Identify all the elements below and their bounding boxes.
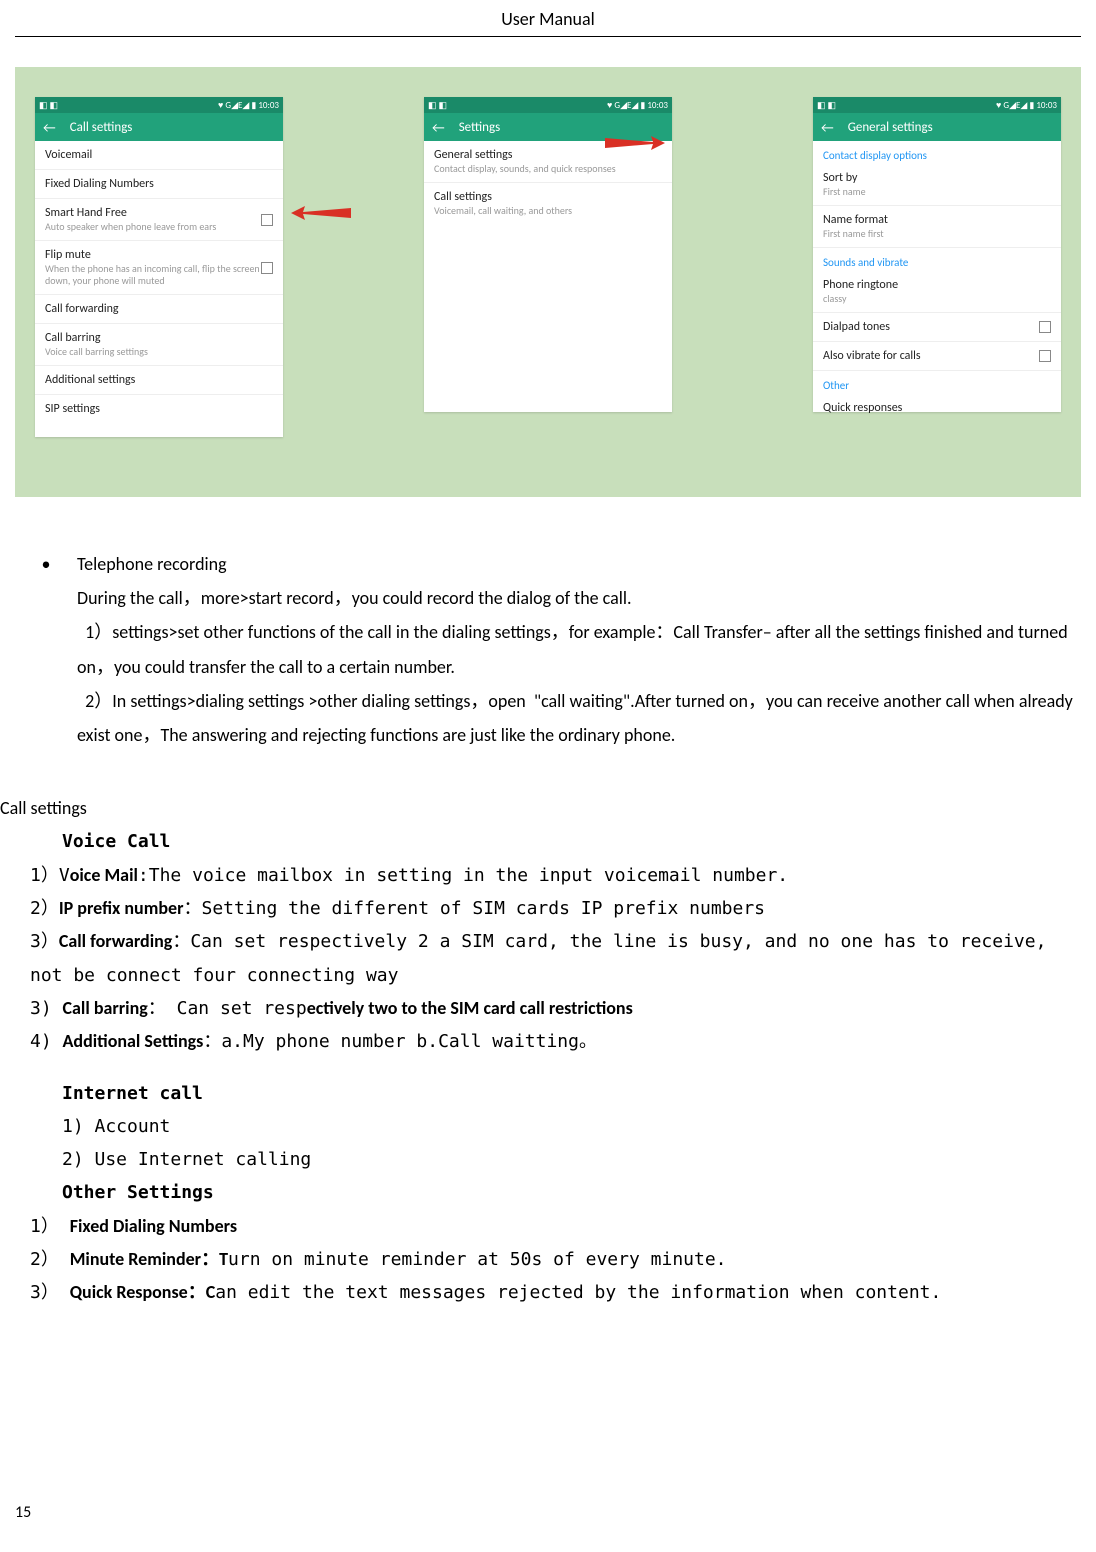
appbar-title: Settings [459,120,501,135]
status-left: ◧ ◧ [817,100,836,111]
item-call-forwarding: 3）Call forwarding：Can set respectively 2… [30,925,1081,992]
row-additional-settings[interactable]: Additional settings [35,366,283,395]
row-vibrate[interactable]: Also vibrate for calls [813,342,1061,371]
screenshot-general-settings: ◧ ◧ ♥ G◢E◢ ▮ 10:03 ← General settings Co… [813,97,1061,412]
back-arrow-icon[interactable]: ← [821,119,834,136]
sublabel: Auto speaker when phone leave from ears [45,221,261,233]
sublabel: First name first [823,228,1051,240]
checkbox-icon[interactable] [261,214,273,226]
item-ip-prefix: 2）IP prefix number：Setting the different… [30,892,1081,925]
status-left: ◧ ◧ [39,100,58,111]
row-quick-responses[interactable]: Quick responses [813,394,1061,422]
back-arrow-icon[interactable]: ← [43,119,56,136]
checkbox-icon[interactable] [261,262,273,274]
body-text: • Telephone recording During the call，mo… [15,547,1081,752]
status-bar: ◧ ◧ ♥ G◢E◢ ▮ 10:03 [424,97,672,113]
label: Call barring [45,331,273,345]
row-sort-by[interactable]: Sort byFirst name [813,164,1061,206]
item-fixed-dialing: 1） Fixed Dialing Numbers [30,1210,1081,1243]
bullet-icon: • [15,547,77,581]
appbar-title: Call settings [70,120,133,135]
sublabel: When the phone has an incoming call, fli… [45,263,261,287]
section-sounds: Sounds and vibrate [813,248,1061,271]
label: Smart Hand Free [45,206,261,220]
paragraph: 1）settings>set other functions of the ca… [77,615,1081,683]
status-right: ♥ G◢E◢ ▮ 10:03 [218,100,279,111]
row-flip-mute[interactable]: Flip muteWhen the phone has an incoming … [35,241,283,295]
label: General settings [434,148,662,162]
screenshot-call-settings: ◧ ◧ ♥ G◢E◢ ▮ 10:03 ← Call settings Voice… [35,97,283,437]
red-arrow-icon [291,203,351,217]
back-arrow-icon[interactable]: ← [432,119,445,136]
row-phone-ringtone[interactable]: Phone ringtoneclassy [813,271,1061,313]
label: Fixed Dialing Numbers [45,177,273,191]
section-other: Other [813,371,1061,394]
heading-other-settings: Other Settings [62,1176,1081,1209]
status-bar: ◧ ◧ ♥ G◢E◢ ▮ 10:03 [35,97,283,113]
item-additional-settings: 4) Additional Settings：a.My phone number… [30,1025,1081,1058]
status-left: ◧ ◧ [428,100,447,111]
row-name-format[interactable]: Name formatFirst name first [813,206,1061,248]
section-contact-display: Contact display options [813,141,1061,164]
sublabel: Voice call barring settings [45,346,273,358]
label: Also vibrate for calls [823,349,1039,363]
page-header: User Manual [15,0,1081,37]
checkbox-icon[interactable] [1039,321,1051,333]
label: Phone ringtone [823,278,1051,292]
row-fdn[interactable]: Fixed Dialing Numbers [35,170,283,199]
red-arrow-icon [605,133,665,147]
row-call-settings[interactable]: Call settingsVoicemail, call waiting, an… [424,183,672,224]
row-sip-settings[interactable]: SIP settings [35,395,283,423]
call-settings-section: Call settings Voice Call 1）Voice Mail:Th… [0,792,1081,1309]
row-voicemail[interactable]: Voicemail [35,141,283,170]
label: Quick responses [823,401,1051,415]
label: Voicemail [45,148,273,162]
label: Call forwarding [45,302,273,316]
item-quick-response: 3） Quick Response：Can edit the text mess… [30,1276,1081,1309]
heading-call-settings: Call settings [0,792,1081,825]
item-account: 1) Account [62,1110,1081,1143]
label: Dialpad tones [823,320,1039,334]
label: Sort by [823,171,1051,185]
sublabel: First name [823,186,1051,198]
bullet-title: Telephone recording [77,547,1081,581]
paragraph: 2）In settings>dialing settings >other di… [77,684,1081,752]
heading-internet-call: Internet call [62,1077,1081,1110]
page-number: 15 [15,1503,31,1522]
row-call-barring[interactable]: Call barringVoice call barring settings [35,324,283,366]
label: Name format [823,213,1051,227]
paragraph: During the call，more>start record，you co… [77,581,1081,615]
row-dialpad-tones[interactable]: Dialpad tones [813,313,1061,342]
item-call-barring: 3) Call barring： Can set respectively tw… [30,992,1081,1025]
label: Flip mute [45,248,261,262]
item-voice-mail: 1）Voice Mail:The voice mailbox in settin… [30,859,1081,892]
item-use-internet-calling: 2) Use Internet calling [62,1143,1081,1176]
sublabel: Voicemail, call waiting, and others [434,205,662,217]
label: Call settings [434,190,662,204]
item-minute-reminder: 2） Minute Reminder：Turn on minute remind… [30,1243,1081,1276]
label: SIP settings [45,402,273,416]
sublabel: classy [823,293,1051,305]
appbar-title: General settings [848,120,933,135]
status-bar: ◧ ◧ ♥ G◢E◢ ▮ 10:03 [813,97,1061,113]
row-call-forwarding[interactable]: Call forwarding [35,295,283,324]
checkbox-icon[interactable] [1039,350,1051,362]
screenshots-panel: ◧ ◧ ♥ G◢E◢ ▮ 10:03 ← Call settings Voice… [15,67,1081,497]
app-bar: ← Call settings [35,113,283,141]
status-right: ♥ G◢E◢ ▮ 10:03 [996,100,1057,111]
sublabel: Contact display, sounds, and quick respo… [434,163,662,175]
status-right: ♥ G◢E◢ ▮ 10:03 [607,100,668,111]
heading-voice-call: Voice Call [62,825,1081,858]
label: Additional settings [45,373,273,387]
row-smart-hand-free[interactable]: Smart Hand FreeAuto speaker when phone l… [35,199,283,241]
app-bar: ← General settings [813,113,1061,141]
